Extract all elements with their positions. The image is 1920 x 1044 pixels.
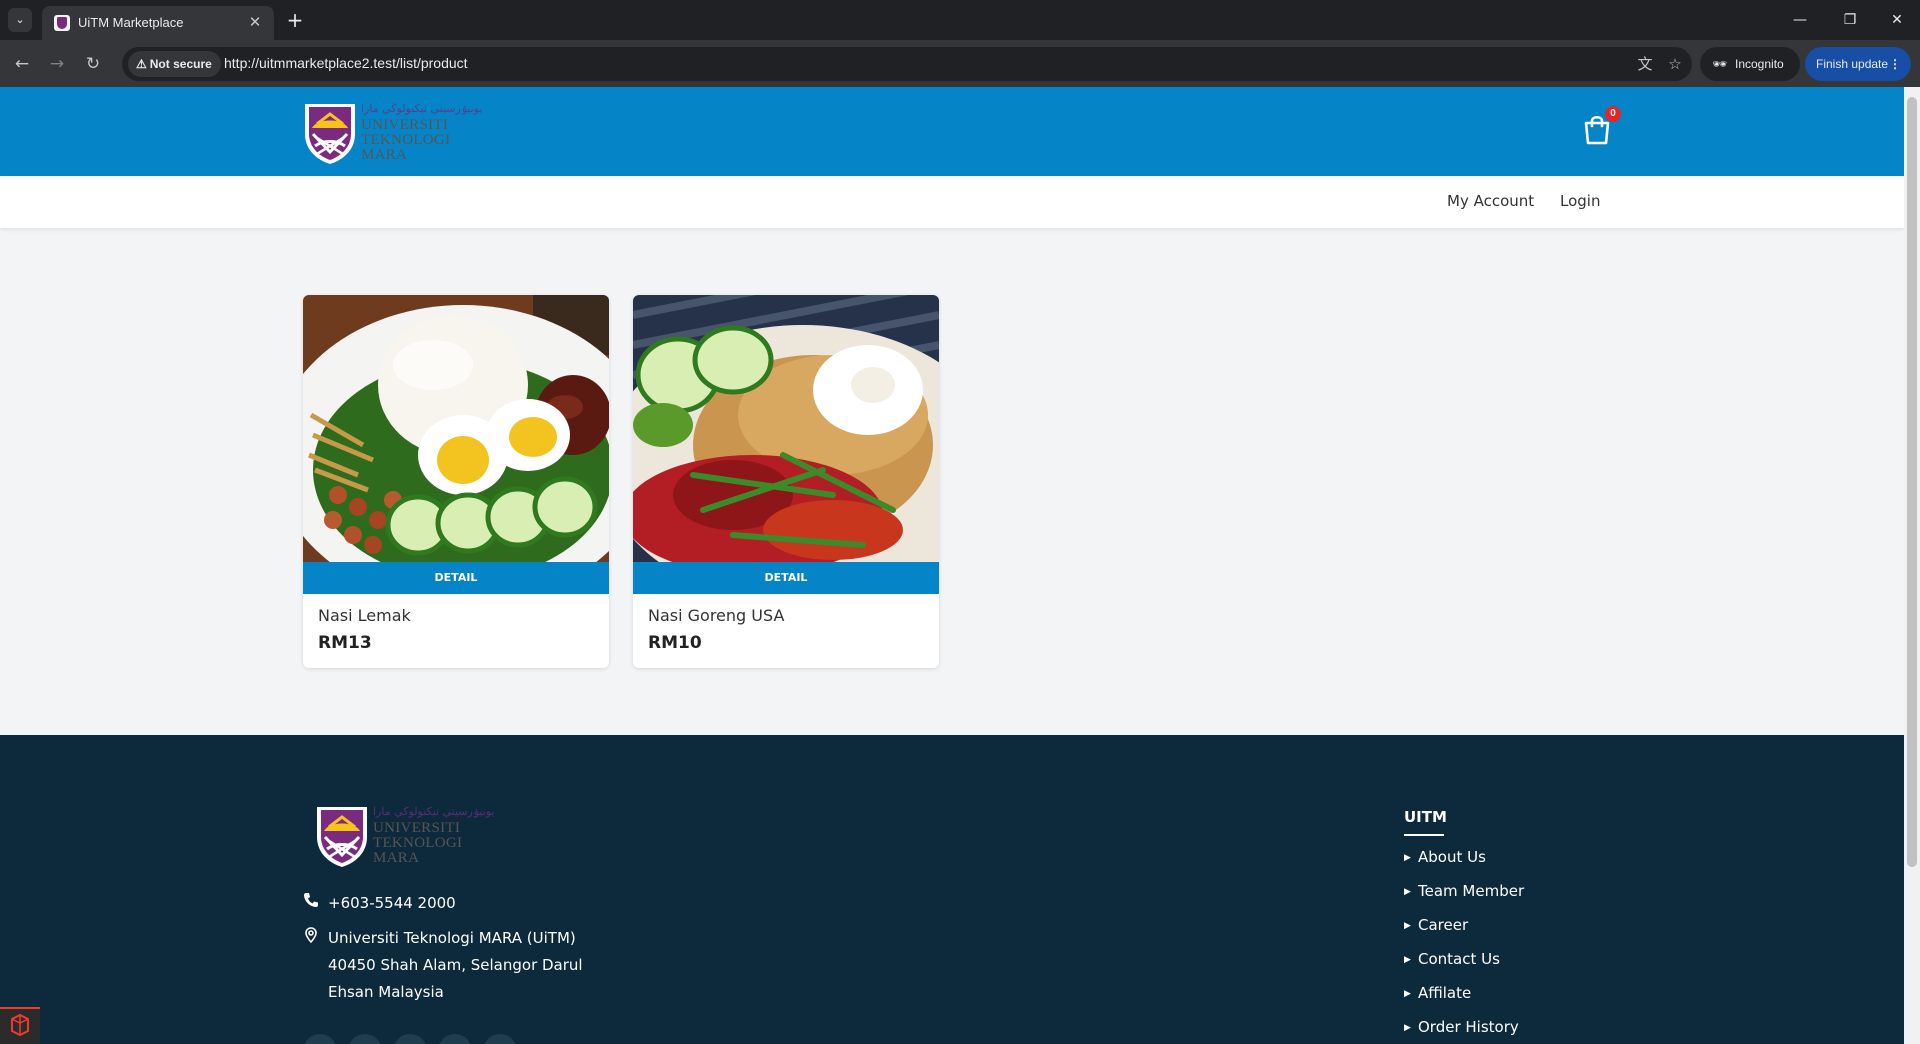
- product-name[interactable]: Nasi Goreng USA: [648, 606, 784, 625]
- uitm-crest-icon: [317, 807, 367, 867]
- uitm-crest-icon: [305, 104, 355, 164]
- browser-toolbar: ← → ↻ ⚠ Not secure http://uitmmarketplace…: [0, 40, 1920, 87]
- scrollbar-thumb[interactable]: [1907, 97, 1917, 867]
- footer-section-title: UITM: [1404, 808, 1447, 826]
- page-viewport: يونيۏرسيتي تيكنولوڬي مارا UNIVERSITI TEK…: [0, 87, 1904, 1044]
- tab-search-button[interactable]: ⌄: [8, 8, 32, 32]
- debugbar-toggle[interactable]: [0, 1007, 40, 1044]
- social-icon[interactable]: [393, 1034, 427, 1044]
- caret-right-icon: ▶: [1404, 921, 1411, 931]
- bookmark-star-icon[interactable]: ☆: [1664, 54, 1686, 74]
- security-indicator[interactable]: ⚠ Not secure: [128, 51, 221, 77]
- url-text[interactable]: http://uitmmarketplace2.test/list/produc…: [224, 55, 468, 71]
- browser-tab[interactable]: UiTM Marketplace ✕: [42, 6, 274, 40]
- site-footer: يونيۏرسيتي تيكنولوڬي مارا UNIVERSITI TEK…: [0, 735, 1904, 1044]
- tab-title: UiTM Marketplace: [78, 15, 184, 30]
- logo-jawi-text: يونيۏرسيتي تيكنولوڬي مارا: [361, 102, 483, 115]
- site-header: يونيۏرسيتي تيكنولوڬي مارا UNIVERSITI TEK…: [0, 87, 1904, 176]
- uitm-logo[interactable]: يونيۏرسيتي تيكنولوڬي مارا UNIVERSITI TEK…: [303, 100, 483, 166]
- footer-link-order-history[interactable]: ▶ Order History: [1404, 1018, 1519, 1036]
- caret-right-icon: ▶: [1404, 853, 1411, 863]
- close-window-button[interactable]: ✕: [1877, 6, 1917, 34]
- footer-link-team-member[interactable]: ▶ Team Member: [1404, 882, 1524, 900]
- logo-line-3: MARA: [373, 850, 420, 866]
- product-image[interactable]: [633, 295, 939, 562]
- finish-update-label: Finish update: [1816, 57, 1889, 71]
- social-icon[interactable]: [348, 1034, 382, 1044]
- nasi-lemak-image: [303, 295, 609, 562]
- product-price: RM10: [648, 633, 702, 653]
- browser-tabbar: ⌄ UiTM Marketplace ✕ + — ❐ ✕: [0, 0, 1920, 40]
- login-link[interactable]: Login: [1560, 192, 1600, 210]
- cart-button[interactable]: 0: [1580, 106, 1621, 148]
- logo-jawi-text: يونيۏرسيتي تيكنولوڬي مارا: [373, 805, 495, 818]
- address-bar[interactable]: ⚠ Not secure http://uitmmarketplace2.test…: [122, 47, 1692, 81]
- logo-line-2: TEKNOLOGI: [373, 835, 463, 851]
- product-price: RM13: [318, 633, 372, 653]
- incognito-indicator[interactable]: 🕶 Incognito: [1700, 47, 1800, 81]
- footer-link-contact-us[interactable]: ▶ Contact Us: [1404, 950, 1500, 968]
- finish-update-button[interactable]: Finish update ⋮: [1805, 47, 1911, 81]
- product-name[interactable]: Nasi Lemak: [318, 606, 411, 625]
- back-button[interactable]: ←: [9, 51, 35, 77]
- footer-link-affilate[interactable]: ▶ Affilate: [1404, 984, 1471, 1002]
- logo-line-1: UNIVERSITI: [373, 820, 461, 836]
- security-label: Not secure: [149, 57, 212, 71]
- logo-line-3: MARA: [361, 147, 408, 163]
- caret-right-icon: ▶: [1404, 989, 1411, 999]
- detail-button[interactable]: DETAIL: [303, 562, 609, 594]
- product-card: DETAIL Nasi Goreng USA RM10: [633, 295, 939, 668]
- new-tab-button[interactable]: +: [282, 8, 308, 34]
- logo-line-1: UNIVERSITI: [361, 117, 449, 133]
- restore-button[interactable]: ❐: [1830, 6, 1870, 34]
- close-tab-icon[interactable]: ✕: [246, 13, 264, 31]
- forward-button[interactable]: →: [44, 51, 70, 77]
- phone-icon: [304, 893, 318, 907]
- social-icon[interactable]: [438, 1034, 472, 1044]
- caret-right-icon: ▶: [1404, 887, 1411, 897]
- product-card: DETAIL Nasi Lemak RM13: [303, 295, 609, 668]
- address-line-2: 40450 Shah Alam, Selangor Darul: [328, 956, 583, 974]
- caret-right-icon: ▶: [1404, 955, 1411, 965]
- minimize-button[interactable]: —: [1780, 6, 1820, 34]
- favicon-icon: [54, 15, 70, 31]
- account-nav: My Account Login: [0, 176, 1904, 228]
- footer-link-about-us[interactable]: ▶ About Us: [1404, 848, 1486, 866]
- cart-count-badge: 0: [1605, 106, 1621, 122]
- social-icon[interactable]: [303, 1034, 337, 1044]
- footer-uitm-logo: يونيۏرسيتي تيكنولوڬي مارا UNIVERSITI TEK…: [315, 803, 495, 869]
- warning-icon: ⚠: [136, 57, 147, 71]
- nasi-goreng-image: [633, 295, 939, 562]
- caret-right-icon: ▶: [1404, 1023, 1411, 1033]
- address-line-1: Universiti Teknologi MARA (UiTM): [328, 929, 576, 947]
- more-menu-icon: ⋮: [1889, 57, 1901, 71]
- detail-button[interactable]: DETAIL: [633, 562, 939, 594]
- phone-number[interactable]: +603-5544 2000: [328, 890, 456, 917]
- footer-title-underline: [1404, 834, 1444, 836]
- incognito-label: Incognito: [1735, 57, 1784, 71]
- address-line-3: Ehsan Malaysia: [328, 983, 444, 1001]
- product-image[interactable]: [303, 295, 609, 562]
- my-account-link[interactable]: My Account: [1447, 192, 1534, 210]
- incognito-icon: 🕶: [1712, 57, 1728, 71]
- social-icon[interactable]: [483, 1034, 517, 1044]
- reload-button[interactable]: ↻: [80, 51, 106, 77]
- laravel-icon: [11, 1013, 29, 1037]
- location-pin-icon: [305, 927, 317, 943]
- logo-line-2: TEKNOLOGI: [361, 132, 451, 148]
- footer-link-career[interactable]: ▶ Career: [1404, 916, 1468, 934]
- translate-icon[interactable]: 文: [1634, 54, 1656, 74]
